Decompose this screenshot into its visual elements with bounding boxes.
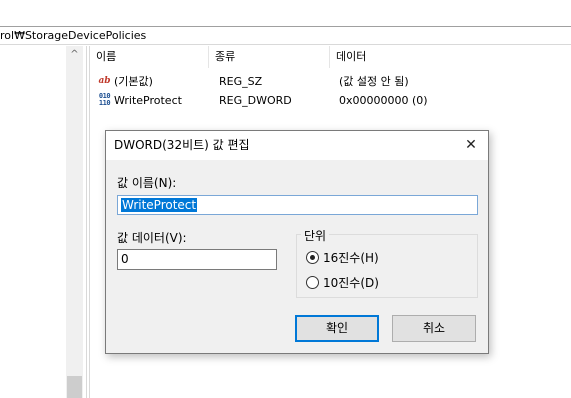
binary-value-icon: 010 110 — [98, 92, 111, 107]
column-header-data[interactable]: 데이터 — [330, 46, 571, 68]
dialog-title-bar[interactable]: DWORD(32비트) 값 편집 ✕ — [106, 131, 488, 160]
column-header-name[interactable]: 이름 — [90, 46, 208, 68]
column-header-type[interactable]: 종류 — [209, 46, 329, 68]
string-value-icon: ab — [98, 76, 111, 86]
value-type: REG_DWORD — [219, 94, 292, 107]
value-data-field[interactable]: 0 — [117, 249, 277, 270]
ok-button[interactable]: 확인 — [295, 315, 379, 342]
value-name-text: WriteProtect — [121, 198, 198, 212]
address-bar[interactable]: rol₩StorageDevicePolicies — [0, 26, 571, 45]
value-name-label: 값 이름(N): — [117, 176, 177, 190]
value-data-text: 0 — [121, 252, 129, 266]
hex-radio-label[interactable]: 16진수(H) — [323, 249, 379, 266]
value-name: WriteProtect — [114, 94, 182, 107]
value-data: 0x00000000 (0) — [339, 94, 428, 107]
cancel-button[interactable]: 취소 — [392, 315, 476, 342]
edit-dword-dialog: DWORD(32비트) 값 편집 ✕ 값 이름(N): WriteProtect… — [105, 130, 489, 354]
scroll-thumb[interactable] — [67, 376, 82, 398]
address-path: rol₩StorageDevicePolicies — [0, 29, 147, 42]
value-name: (기본값) — [114, 75, 153, 88]
scroll-up-icon[interactable]: ^ — [66, 48, 83, 62]
tree-scrollbar[interactable]: ^ — [66, 46, 83, 398]
value-type: REG_SZ — [219, 75, 263, 88]
hex-radio[interactable] — [306, 251, 319, 264]
list-item[interactable]: 010 110 WriteProtect REG_DWORD 0x00000000… — [90, 92, 571, 109]
dialog-title: DWORD(32비트) 값 편집 — [114, 138, 250, 152]
list-item[interactable]: ab (기본값) REG_SZ (값 설정 안 됨) — [90, 73, 571, 90]
base-group-label: 단위 — [301, 227, 330, 244]
value-name-field[interactable]: WriteProtect — [117, 195, 478, 215]
list-header: 이름 종류 데이터 — [90, 46, 571, 68]
decimal-radio[interactable] — [306, 276, 319, 289]
value-data: (값 설정 안 됨) — [339, 75, 409, 88]
decimal-radio-label[interactable]: 10진수(D) — [323, 274, 379, 291]
close-icon[interactable]: ✕ — [454, 131, 488, 160]
value-data-label: 값 데이터(V): — [117, 231, 187, 245]
